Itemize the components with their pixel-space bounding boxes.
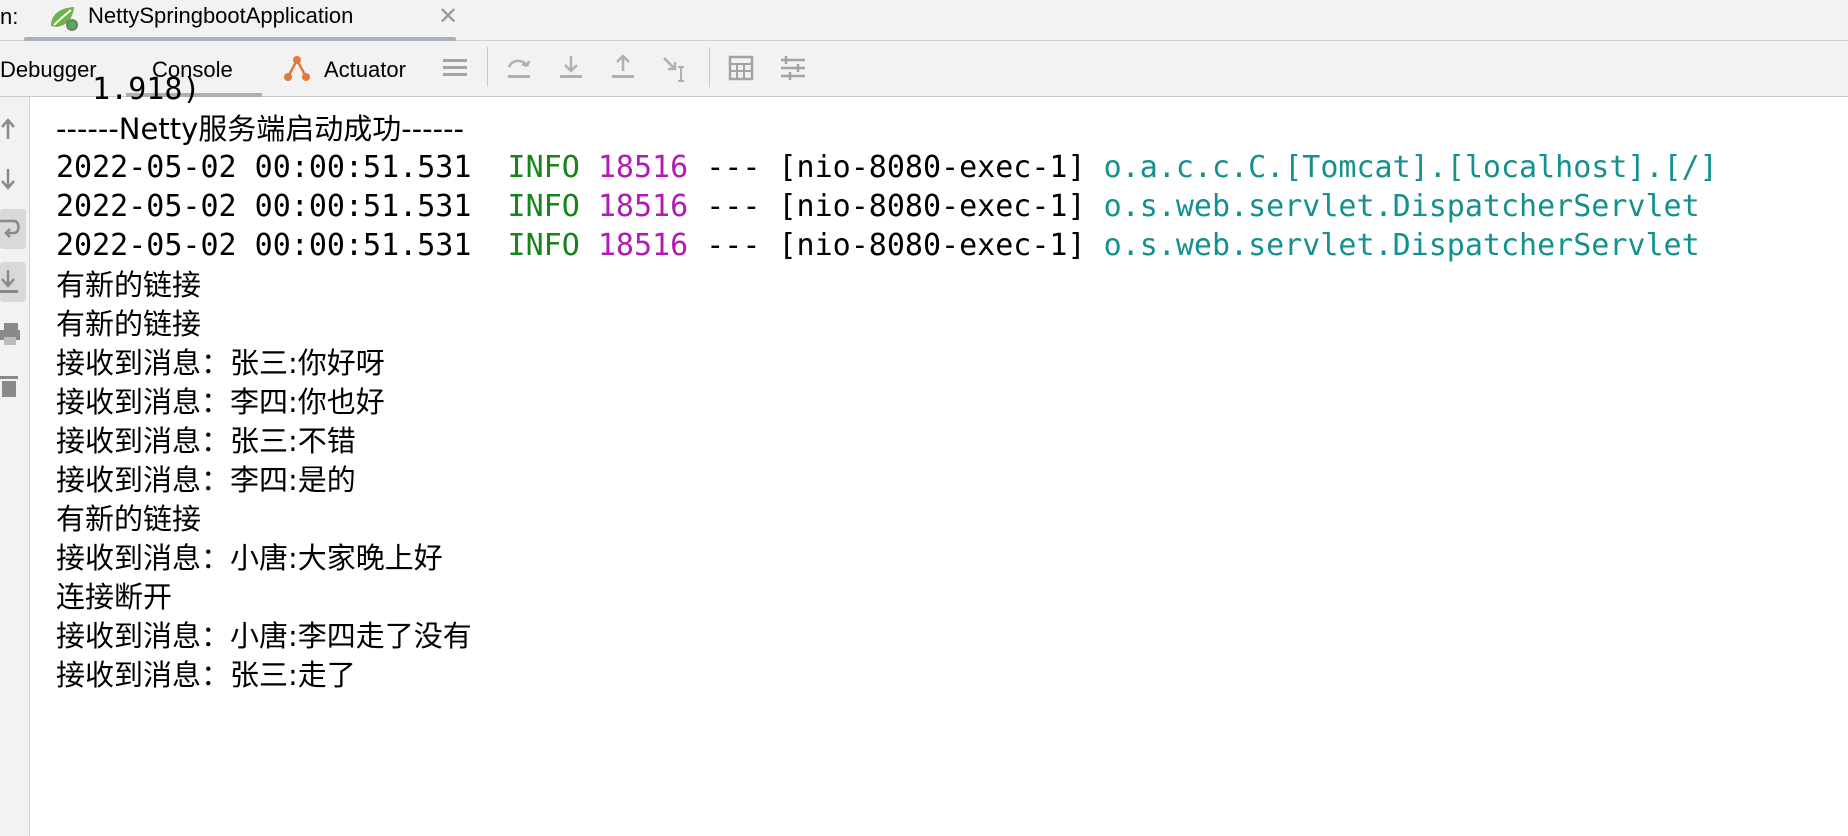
actuator-icon [284, 56, 310, 81]
log-logger: o.s.web.servlet.DispatcherServlet [1103, 189, 1700, 224]
step-out-icon[interactable] [608, 53, 638, 83]
log-timestamp: 2022-05-02 00:00:51.531 [56, 228, 472, 263]
clear-all-icon[interactable] [0, 372, 22, 400]
scroll-up-icon[interactable] [0, 115, 22, 143]
evaluate-expression-icon[interactable] [726, 53, 756, 83]
log-line: 2022-05-02 00:00:51.531 INFO 18516 --- [… [56, 223, 1700, 269]
console-output[interactable]: 1.918) ------Netty服务端启动成功------ 2022-05-… [56, 72, 1846, 830]
log-pid: 18516 [597, 189, 689, 224]
threads-menu-icon[interactable] [440, 53, 470, 83]
log-level: INFO [507, 150, 580, 185]
log-level: INFO [507, 228, 580, 263]
log-thread: [nio-8080-exec-1] [778, 189, 1086, 224]
run-tab-netty-app[interactable]: NettySpringbootApplication ✕ [24, 0, 458, 41]
startup-message: ------Netty服务端启动成功------ [56, 112, 465, 146]
run-to-cursor-icon[interactable] [660, 53, 690, 83]
step-over-icon[interactable] [504, 53, 534, 83]
spring-boot-app-icon [51, 7, 78, 31]
log-separator: --- [706, 150, 761, 185]
log-timestamp: 2022-05-02 00:00:51.531 [56, 189, 472, 224]
trace-icon[interactable] [778, 53, 808, 83]
print-icon[interactable] [0, 319, 22, 347]
console-message: 接收到消息：张三:走了 [56, 658, 356, 692]
run-label: n: [0, 4, 19, 29]
log-level: INFO [507, 189, 580, 224]
scroll-to-end-toggle[interactable] [0, 262, 26, 302]
scroll-down-icon[interactable] [0, 165, 22, 193]
log-pid: 18516 [597, 228, 689, 263]
step-into-icon[interactable] [556, 53, 586, 83]
run-tab-title: NettySpringbootApplication [88, 3, 354, 28]
close-icon[interactable]: ✕ [438, 2, 458, 31]
scroll-to-end-icon [0, 270, 18, 293]
log-logger: o.a.c.c.C.[Tomcat].[localhost].[/] [1103, 150, 1718, 185]
log-timestamp: 2022-05-02 00:00:51.531 [56, 150, 472, 185]
console-gutter [0, 97, 30, 836]
soft-wrap-toggle[interactable] [0, 209, 26, 249]
log-logger: o.s.web.servlet.DispatcherServlet [1103, 228, 1700, 263]
soft-wrap-icon [0, 219, 20, 238]
log-thread: [nio-8080-exec-1] [778, 228, 1086, 263]
log-thread: [nio-8080-exec-1] [778, 150, 1086, 185]
log-separator: --- [706, 228, 761, 263]
log-pid: 18516 [597, 150, 689, 185]
run-tab-bar: n: NettySpringbootApplication ✕ [0, 0, 1848, 41]
log-separator: --- [706, 189, 761, 224]
